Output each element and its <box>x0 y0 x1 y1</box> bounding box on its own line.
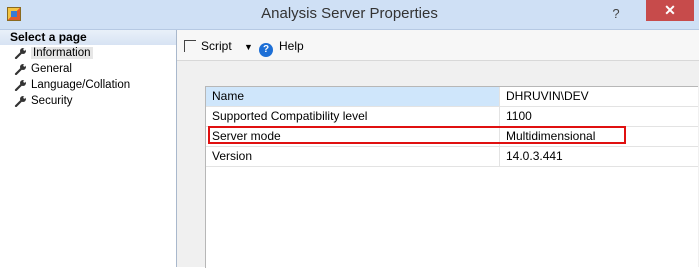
content-pane: Script ▼ ? Help Name DHRUVIN\DEV Supporte… <box>177 30 699 268</box>
script-label: Script <box>201 39 232 53</box>
title-bar: Analysis Server Properties ? ✕ <box>0 0 699 30</box>
help-button[interactable]: ? Help <box>259 38 304 57</box>
property-value: Multidimensional <box>506 129 596 143</box>
sidebar-item-label: Language/Collation <box>31 79 131 91</box>
script-icon <box>184 40 196 52</box>
property-row-name[interactable]: Name DHRUVIN\DEV <box>206 87 698 107</box>
help-icon: ? <box>259 43 273 57</box>
property-row-compatibility[interactable]: Supported Compatibility level 1100 <box>206 107 698 127</box>
sidebar-item-label: Security <box>31 95 73 107</box>
script-dropdown-arrow[interactable]: ▼ <box>244 39 253 55</box>
wrench-icon <box>14 96 26 107</box>
property-value: DHRUVIN\DEV <box>506 89 589 103</box>
title-help-button[interactable]: ? <box>606 4 626 24</box>
wrench-icon <box>14 80 26 91</box>
sidebar-item-security[interactable]: Security <box>0 93 176 109</box>
help-label: Help <box>279 39 304 53</box>
property-name: Server mode <box>206 127 500 146</box>
property-value: 1100 <box>506 109 532 123</box>
toolbar: Script ▼ ? Help <box>177 30 699 61</box>
property-name: Name <box>206 87 500 106</box>
property-row-version[interactable]: Version 14.0.3.441 <box>206 147 698 167</box>
property-name: Supported Compatibility level <box>206 107 500 126</box>
property-name: Version <box>206 147 500 166</box>
select-page-header: Select a page <box>0 30 176 45</box>
sidebar-item-general[interactable]: General <box>0 61 176 77</box>
sidebar-item-label: General <box>31 63 72 75</box>
sidebar-item-language-collation[interactable]: Language/Collation <box>0 77 176 93</box>
sidebar-item-label: Information <box>31 47 93 59</box>
wrench-icon <box>14 48 26 59</box>
window-title: Analysis Server Properties <box>261 5 438 22</box>
property-row-server-mode[interactable]: Server mode Multidimensional <box>206 127 698 147</box>
select-page-pane: Select a page Information General Langua… <box>0 30 177 267</box>
sidebar-item-information[interactable]: Information <box>0 45 176 61</box>
property-value: 14.0.3.441 <box>506 149 563 163</box>
property-grid: Name DHRUVIN\DEV Supported Compatibility… <box>205 86 698 268</box>
close-button[interactable]: ✕ <box>646 0 694 21</box>
wrench-icon <box>14 64 26 75</box>
script-button[interactable]: Script <box>184 38 232 54</box>
